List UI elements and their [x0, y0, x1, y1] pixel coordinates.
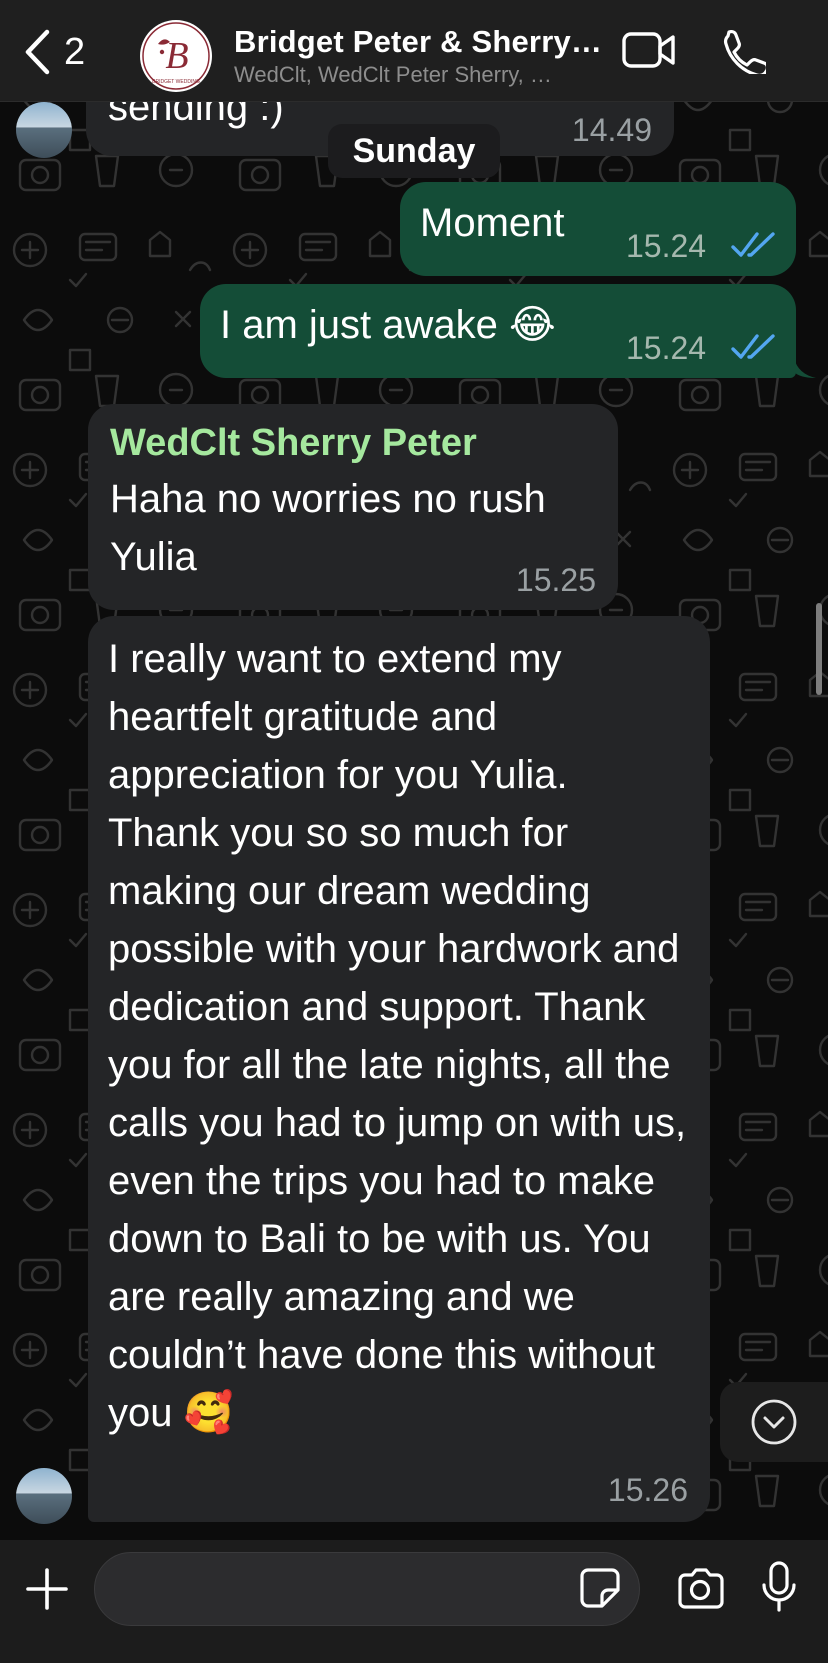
video-camera-icon[interactable] — [622, 28, 676, 72]
chevron-left-icon — [25, 29, 50, 75]
sticker-icon[interactable] — [578, 1566, 622, 1610]
chat-header: 2 B BRIDGET WEDDING Bridget Peter & Sher… — [0, 0, 828, 102]
message-time: 15.24 — [626, 330, 707, 366]
camera-icon[interactable] — [676, 1566, 724, 1610]
message-bubble-incoming[interactable]: I really want to extend my heartfelt gra… — [88, 616, 710, 1522]
message-text: I really want to extend my heartfelt gra… — [108, 637, 687, 1435]
scroll-to-bottom-button[interactable] — [720, 1382, 828, 1462]
message-time: 15.24 — [626, 228, 707, 264]
bubble-tail — [794, 358, 816, 378]
svg-text:BRIDGET WEDDING: BRIDGET WEDDING — [152, 79, 200, 85]
message-bubble-incoming[interactable]: WedClt Sherry Peter Haha no worries no r… — [88, 404, 618, 610]
chevron-down-circle-icon — [751, 1399, 797, 1445]
microphone-icon[interactable] — [760, 1560, 798, 1616]
group-logo: B BRIDGET WEDDING — [142, 22, 210, 90]
message-bubble-outgoing[interactable]: Moment 15.24 — [400, 182, 796, 276]
read-receipt-icon — [731, 232, 775, 257]
message-time: 15.25 — [515, 562, 596, 598]
message-bubble-outgoing[interactable]: I am just awake 😂 15.24 — [200, 284, 796, 378]
chat-area[interactable]: sending :) 14.49 Sunday Moment 15.24 I a… — [0, 0, 828, 1540]
date-separator: Sunday — [328, 124, 500, 178]
group-avatar[interactable]: B BRIDGET WEDDING — [140, 20, 212, 92]
read-receipt-icon — [731, 334, 775, 359]
message-text: Moment — [420, 201, 565, 245]
phone-icon[interactable] — [720, 28, 766, 74]
scrollbar-thumb[interactable] — [816, 603, 822, 695]
sender-avatar[interactable] — [16, 102, 72, 158]
chat-subtitle[interactable]: WedClt, WedClt Peter Sherry, … — [234, 62, 606, 88]
plus-icon[interactable] — [24, 1566, 70, 1612]
chat-title[interactable]: Bridget Peter & Sherry… — [234, 24, 614, 60]
message-input[interactable] — [94, 1552, 640, 1626]
sender-avatar[interactable] — [16, 1468, 72, 1524]
sender-name[interactable]: WedClt Sherry Peter — [110, 418, 477, 468]
message-composer — [0, 1540, 828, 1663]
back-button[interactable]: 2 — [22, 28, 85, 76]
message-time: 14.49 — [571, 112, 652, 148]
unread-count: 2 — [64, 31, 86, 73]
message-time: 15.26 — [607, 1472, 688, 1508]
message-text: I am just awake 😂 — [220, 303, 556, 347]
